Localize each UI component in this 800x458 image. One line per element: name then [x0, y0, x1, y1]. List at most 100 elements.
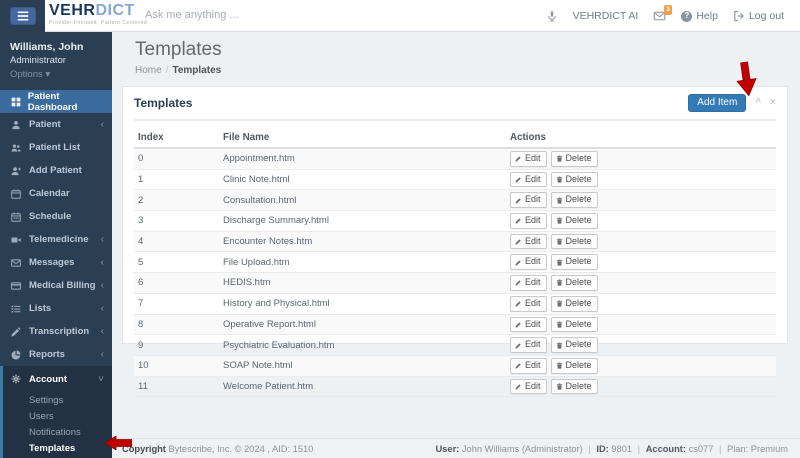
sidebar-item-transcription[interactable]: Transcription ‹ — [0, 320, 112, 343]
delete-button[interactable]: Delete — [551, 379, 598, 395]
row-actions: EditDelete — [506, 376, 776, 397]
envelope-icon — [11, 258, 24, 268]
video-camera-icon — [11, 235, 24, 245]
table-row: 8 Operative Report.html EditDelete — [134, 314, 776, 335]
sidebar-item-telemedicine[interactable]: Telemedicine ‹ — [0, 228, 112, 251]
edit-button[interactable]: Edit — [510, 234, 547, 250]
breadcrumb-home-link[interactable]: Home — [135, 65, 162, 76]
mic-button[interactable] — [546, 10, 558, 23]
hamburger-icon — [17, 11, 29, 21]
trash-icon — [556, 217, 563, 224]
row-actions: EditDelete — [506, 231, 776, 252]
user-icon — [11, 120, 24, 130]
delete-button[interactable]: Delete — [551, 254, 598, 270]
sidebar-item-reports[interactable]: Reports ‹ — [0, 343, 112, 366]
sidebar-item-label: Reports — [29, 349, 65, 360]
sidebar-item-calendar[interactable]: Calendar — [0, 182, 112, 205]
breadcrumb: Home/Templates — [135, 65, 800, 76]
global-search — [143, 5, 363, 23]
pencil-icon — [515, 176, 522, 183]
sidebar-item-label: Account — [29, 374, 67, 385]
edit-button[interactable]: Edit — [510, 379, 547, 395]
caret-down-icon: ▾ — [45, 69, 50, 80]
panel-collapse-icon[interactable]: ^ — [755, 98, 761, 108]
sidebar-item-schedule[interactable]: Schedule — [0, 205, 112, 228]
row-actions: EditDelete — [506, 273, 776, 294]
sidebar-item-messages[interactable]: Messages ‹ — [0, 251, 112, 274]
logout-link[interactable]: Log out — [733, 10, 784, 22]
pencil-icon — [515, 238, 522, 245]
sidebar-item-add-patient[interactable]: Add Patient — [0, 159, 112, 182]
chevron-collapsed-icon: ‹ — [101, 119, 104, 130]
delete-button[interactable]: Delete — [551, 192, 598, 208]
delete-button[interactable]: Delete — [551, 337, 598, 353]
panel-close-icon[interactable]: × — [770, 98, 776, 108]
sidebar-item-label: Lists — [29, 303, 51, 314]
panel-header: Templates Add Item ^ × — [134, 94, 776, 121]
user-options-link[interactable]: Options ▾ — [10, 69, 102, 80]
edit-button[interactable]: Edit — [510, 254, 547, 270]
sidebar-item-patient[interactable]: Patient ‹ — [0, 113, 112, 136]
row-index: 2 — [134, 190, 219, 211]
row-filename: HEDIS.htm — [219, 273, 506, 294]
logout-icon — [733, 10, 745, 22]
delete-button[interactable]: Delete — [551, 213, 598, 229]
sidebar-item-patient-list[interactable]: Patient List — [0, 136, 112, 159]
row-filename: File Upload.htm — [219, 252, 506, 273]
edit-button[interactable]: Edit — [510, 151, 547, 167]
trash-icon — [556, 279, 563, 286]
pie-chart-icon — [11, 350, 24, 360]
delete-button[interactable]: Delete — [551, 358, 598, 374]
vehrdict-ai-link[interactable]: VEHRDICT AI — [573, 10, 639, 22]
pencil-icon — [515, 155, 522, 162]
search-input[interactable] — [143, 8, 363, 22]
sidebar-item-label: Medical Billing — [29, 280, 96, 291]
pencil-icon — [11, 327, 24, 337]
footer: Copyright Bytescribe, Inc. © 2024 , AID:… — [112, 438, 800, 458]
row-index: 10 — [134, 355, 219, 376]
table-row: 5 File Upload.htm EditDelete — [134, 252, 776, 273]
edit-button[interactable]: Edit — [510, 296, 547, 312]
delete-button[interactable]: Delete — [551, 151, 598, 167]
edit-button[interactable]: Edit — [510, 192, 547, 208]
edit-button[interactable]: Edit — [510, 337, 547, 353]
panel-title: Templates — [134, 96, 192, 110]
sidebar-item-account[interactable]: Account ˅ — [3, 366, 112, 392]
sidebar-toggle-button[interactable] — [10, 7, 36, 25]
delete-button[interactable]: Delete — [551, 275, 598, 291]
row-index: 6 — [134, 273, 219, 294]
row-index: 11 — [134, 376, 219, 397]
delete-button[interactable]: Delete — [551, 296, 598, 312]
row-index: 5 — [134, 252, 219, 273]
edit-button[interactable]: Edit — [510, 317, 547, 333]
logo-tagline: Provider Focused, Patient Centered — [49, 21, 147, 26]
sidebar-item-medical-billing[interactable]: Medical Billing ‹ — [0, 274, 112, 297]
messages-button[interactable]: 3 — [653, 10, 666, 22]
pencil-icon — [515, 197, 522, 204]
users-icon — [11, 143, 24, 153]
edit-button[interactable]: Edit — [510, 213, 547, 229]
billing-card-icon — [11, 281, 24, 291]
sidebar-subitem-users[interactable]: Users — [3, 408, 112, 424]
sidebar-subitem-settings[interactable]: Settings — [3, 392, 112, 408]
sidebar-subitem-templates[interactable]: Templates — [3, 440, 112, 456]
delete-button[interactable]: Delete — [551, 234, 598, 250]
row-index: 8 — [134, 314, 219, 335]
sidebar-item-patient-dashboard[interactable]: Patient Dashboard — [0, 90, 112, 113]
annotation-arrow-add-item — [732, 61, 761, 99]
sidebar-subitem-notifications[interactable]: Notifications — [3, 424, 112, 440]
delete-button[interactable]: Delete — [551, 172, 598, 188]
table-row: 6 HEDIS.htm EditDelete — [134, 273, 776, 294]
delete-button[interactable]: Delete — [551, 317, 598, 333]
edit-button[interactable]: Edit — [510, 172, 547, 188]
help-link[interactable]: ? Help — [681, 10, 718, 22]
chevron-collapsed-icon: ‹ — [101, 234, 104, 245]
edit-button[interactable]: Edit — [510, 275, 547, 291]
edit-button[interactable]: Edit — [510, 358, 547, 374]
sidebar-item-label: Add Patient — [29, 165, 82, 176]
templates-table: Index File Name Actions 0 Appointment.ht… — [134, 129, 776, 397]
messages-badge: 3 — [664, 5, 673, 15]
gear-icon — [11, 374, 24, 384]
sidebar-item-lists[interactable]: Lists ‹ — [0, 297, 112, 320]
row-filename: Operative Report.html — [219, 314, 506, 335]
